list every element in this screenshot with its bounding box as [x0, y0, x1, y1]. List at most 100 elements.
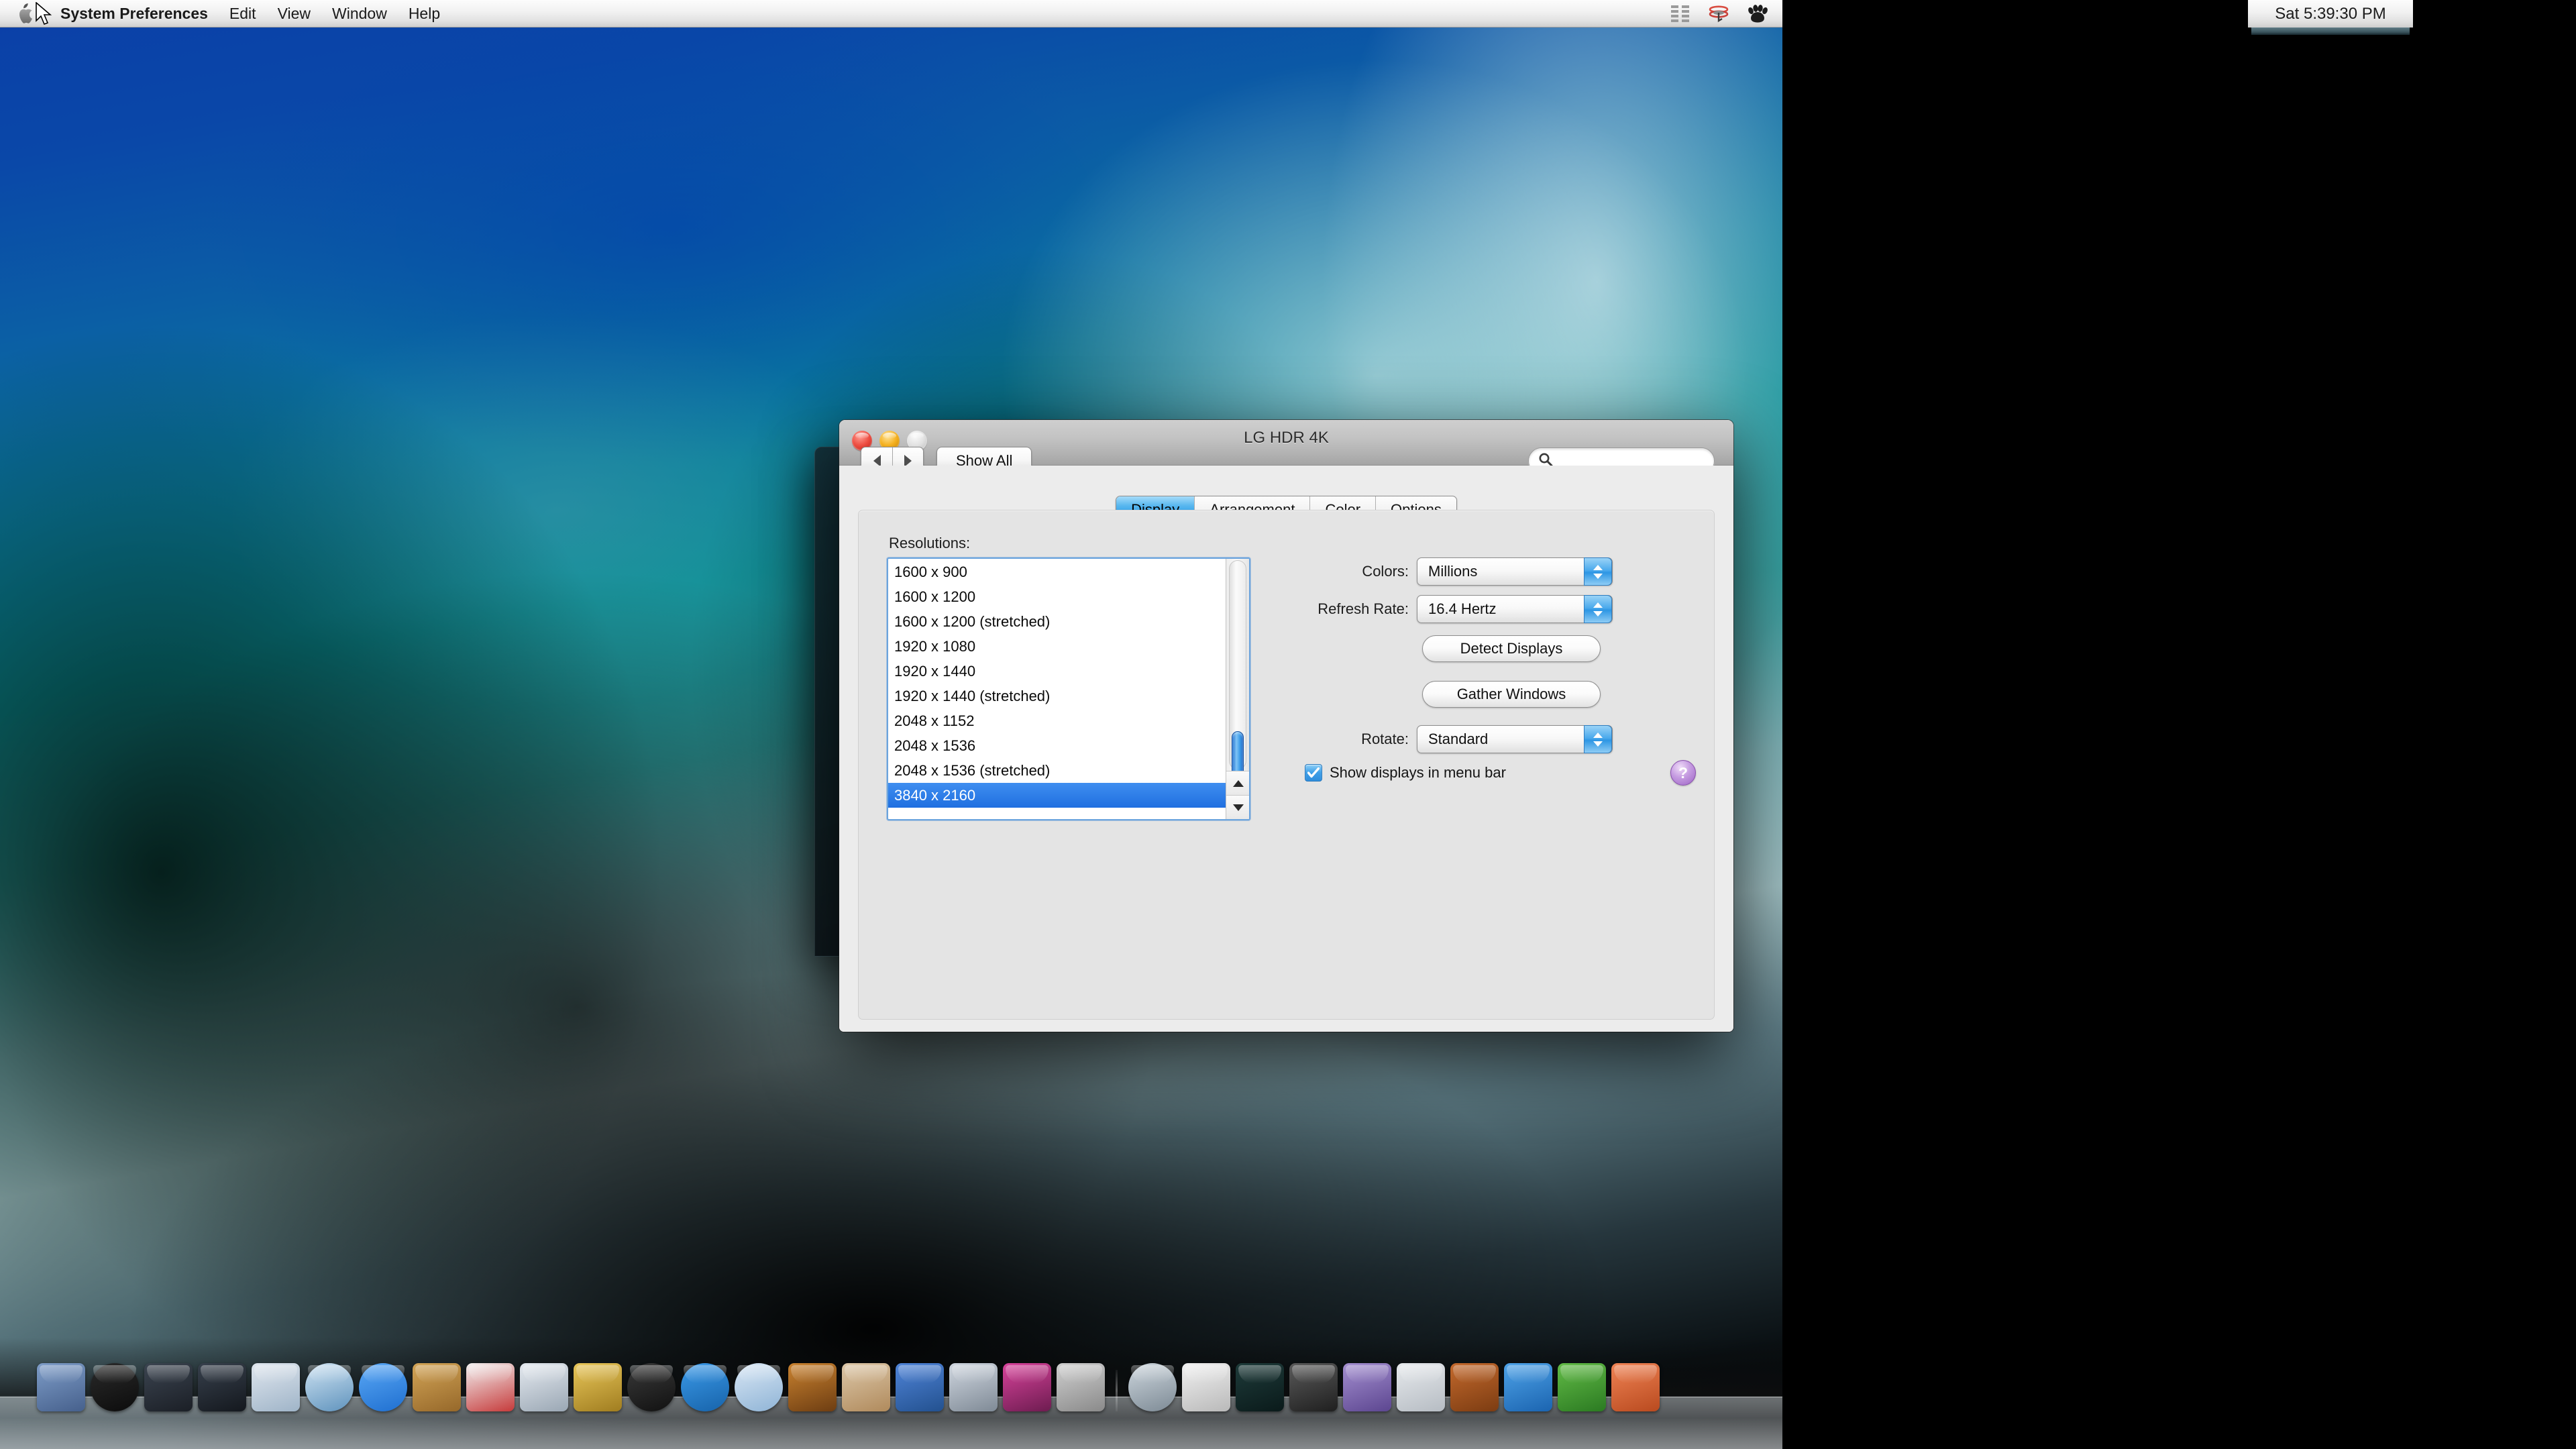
- apple-logo-icon[interactable]: [17, 3, 35, 23]
- resolutions-label: Resolutions:: [889, 535, 971, 551]
- dock-imac-display[interactable]: [1003, 1363, 1051, 1411]
- list-item[interactable]: 1920 x 1440 (stretched): [888, 684, 1226, 708]
- dock-aperture[interactable]: [1343, 1363, 1391, 1411]
- clock-widget-shadow: [2251, 28, 2410, 35]
- dock-final-cut-pro[interactable]: [1182, 1363, 1230, 1411]
- checkmark-icon: [1307, 767, 1320, 778]
- dock-finder[interactable]: [37, 1363, 85, 1411]
- list-item[interactable]: 1920 x 1440: [888, 659, 1226, 684]
- text-input-menu-icon[interactable]: [1660, 0, 1699, 28]
- triangle-up-icon: [1232, 780, 1244, 787]
- dock-launchpad[interactable]: [198, 1363, 246, 1411]
- list-item[interactable]: 1600 x 1200: [888, 584, 1226, 609]
- dock-icon-list: [37, 1363, 1660, 1411]
- stepper-up-icon: [1593, 732, 1603, 738]
- dock-address-book[interactable]: [413, 1363, 461, 1411]
- menu-window[interactable]: Window: [321, 0, 398, 28]
- display-preferences-window: LG HDR 4K Show All Resolutions: 1600 x 9…: [839, 420, 1733, 1032]
- list-item[interactable]: 2048 x 1536: [888, 733, 1226, 758]
- dock-keynote[interactable]: [1450, 1363, 1499, 1411]
- menu-help[interactable]: Help: [398, 0, 451, 28]
- dock-dashboard[interactable]: [91, 1363, 139, 1411]
- resolutions-listbox[interactable]: 1600 x 900 1600 x 1200 1600 x 1200 (stre…: [887, 557, 1250, 820]
- menu-bar-extras: [1660, 0, 1782, 28]
- window-toolbar: Show All: [839, 443, 1733, 475]
- help-button[interactable]: ?: [1670, 760, 1696, 786]
- rotate-stepper[interactable]: [1584, 725, 1612, 753]
- refresh-rate-label: Refresh Rate:: [1318, 600, 1409, 617]
- list-item[interactable]: 1600 x 1200 (stretched): [888, 609, 1226, 634]
- displays-menu-icon[interactable]: [1699, 0, 1738, 28]
- desktop-screen: System Preferences Edit View Window Help: [0, 0, 1782, 1449]
- gather-windows-button[interactable]: Gather Windows: [1422, 681, 1601, 708]
- paw-print-menu-icon[interactable]: [1738, 0, 1777, 28]
- refresh-rate-stepper[interactable]: [1584, 595, 1612, 623]
- stepper-down-icon: [1593, 610, 1603, 616]
- list-item[interactable]: 2048 x 1536 (stretched): [888, 758, 1226, 783]
- rotate-dropdown[interactable]: Standard: [1417, 725, 1613, 753]
- dock-powerpoint[interactable]: [1611, 1363, 1660, 1411]
- dock-garageband[interactable]: [788, 1363, 837, 1411]
- dock-system-preferences[interactable]: [1057, 1363, 1105, 1411]
- menu-edit[interactable]: Edit: [219, 0, 267, 28]
- dock-dvd-studio-pro[interactable]: [1289, 1363, 1338, 1411]
- list-item-selected[interactable]: 3840 x 2160: [888, 783, 1226, 808]
- list-item[interactable]: 2048 x 1152: [888, 708, 1226, 733]
- mouse-cursor: [35, 1, 52, 31]
- dock-facetime[interactable]: [359, 1363, 407, 1411]
- dock-ical[interactable]: [466, 1363, 515, 1411]
- dock-word[interactable]: [1504, 1363, 1552, 1411]
- dock-iweb[interactable]: [842, 1363, 890, 1411]
- refresh-rate-dropdown[interactable]: 16.4 Hertz: [1417, 595, 1613, 623]
- list-item[interactable]: 1600 x 900: [888, 559, 1226, 584]
- stepper-up-icon: [1593, 602, 1603, 608]
- dock-quicktime[interactable]: [949, 1363, 998, 1411]
- dock-mail[interactable]: [252, 1363, 300, 1411]
- show-displays-in-menubar-row[interactable]: Show displays in menu bar: [1305, 764, 1506, 782]
- rotate-label: Rotate:: [1361, 731, 1409, 747]
- resolutions-scrollbar[interactable]: [1226, 559, 1249, 819]
- dock-soundtrack-pro[interactable]: [1236, 1363, 1284, 1411]
- dock-iphoto[interactable]: [520, 1363, 568, 1411]
- window-content: Display Arrangement Color Options Resolu…: [839, 466, 1733, 1032]
- clock-widget[interactable]: Sat 5:39:30 PM: [2248, 0, 2413, 35]
- colors-dropdown[interactable]: Millions: [1417, 557, 1613, 586]
- dock-photo-booth[interactable]: [627, 1363, 676, 1411]
- dock: [0, 1338, 1782, 1449]
- dock-mission-control[interactable]: [144, 1363, 193, 1411]
- scroll-up-button[interactable]: [1226, 771, 1249, 795]
- scrollbar-track[interactable]: [1229, 560, 1246, 802]
- show-displays-checkbox[interactable]: [1305, 764, 1322, 782]
- colors-value: Millions: [1428, 563, 1478, 580]
- clock-time[interactable]: Sat 5:39:30 PM: [2248, 0, 2413, 28]
- menu-view[interactable]: View: [267, 0, 321, 28]
- resolutions-list: 1600 x 900 1600 x 1200 1600 x 1200 (stre…: [888, 559, 1226, 819]
- menu-system-preferences[interactable]: System Preferences: [50, 0, 219, 28]
- scroll-down-button[interactable]: [1226, 795, 1249, 819]
- refresh-rate-row: Refresh Rate: 16.4 Hertz: [1275, 595, 1613, 623]
- grid-glyph: [1670, 5, 1689, 22]
- refresh-rate-value: 16.4 Hertz: [1428, 600, 1497, 617]
- dock-time-machine[interactable]: [1128, 1363, 1177, 1411]
- colors-label: Colors:: [1362, 563, 1409, 580]
- show-displays-label: Show displays in menu bar: [1330, 764, 1506, 781]
- stepper-down-icon: [1593, 741, 1603, 747]
- colors-row: Colors: Millions: [1322, 557, 1613, 586]
- dock-idvd[interactable]: [681, 1363, 729, 1411]
- triangle-down-icon: [1232, 804, 1244, 811]
- list-item[interactable]: 1920 x 1080: [888, 634, 1226, 659]
- dock-separator: [1116, 1370, 1118, 1411]
- colors-stepper[interactable]: [1584, 557, 1612, 586]
- dock-excel[interactable]: [1558, 1363, 1606, 1411]
- rotate-value: Standard: [1428, 731, 1489, 747]
- detect-displays-button[interactable]: Detect Displays: [1422, 635, 1601, 662]
- display-pane: Resolutions: 1600 x 900 1600 x 1200 1600…: [858, 510, 1715, 1020]
- dock-imovie[interactable]: [574, 1363, 622, 1411]
- window-titlebar[interactable]: LG HDR 4K Show All: [839, 420, 1733, 475]
- stepper-up-icon: [1593, 564, 1603, 570]
- dock-itunes[interactable]: [735, 1363, 783, 1411]
- dock-numbers[interactable]: [1397, 1363, 1445, 1411]
- dock-xcode[interactable]: [896, 1363, 944, 1411]
- menu-bar: System Preferences Edit View Window Help: [0, 0, 1782, 28]
- dock-safari[interactable]: [305, 1363, 354, 1411]
